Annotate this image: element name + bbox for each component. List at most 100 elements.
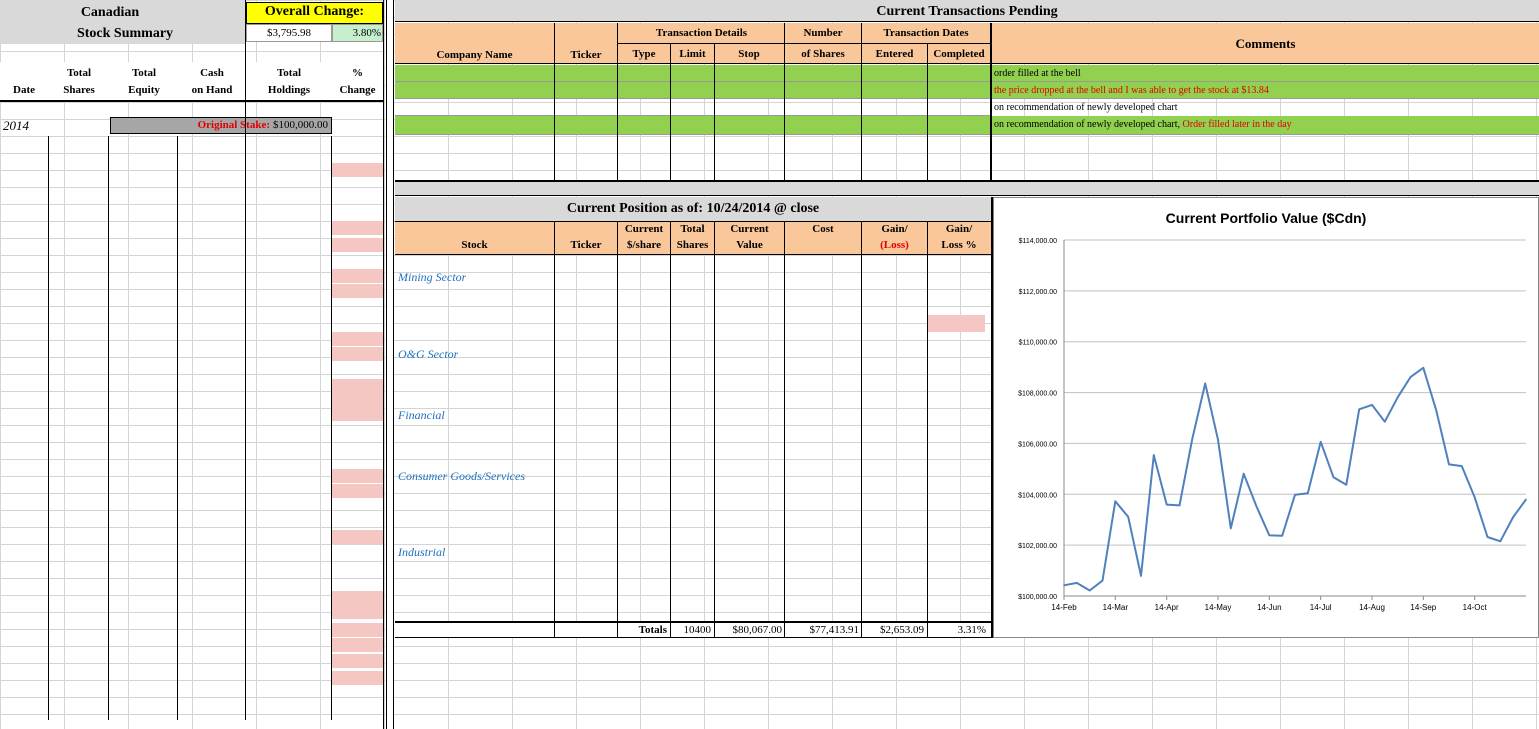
position-title: Current Position as of: 10/24/2014 @ clo… <box>566 202 820 215</box>
data-point <box>1422 367 1425 369</box>
position-col-sep <box>861 221 862 638</box>
col-shares-2: Shares <box>63 84 95 96</box>
pending-col-sep <box>554 23 555 180</box>
pending-col-limit: Limit <box>679 48 706 60</box>
col-equity-2: Equity <box>128 84 160 96</box>
year-label: 2014 <box>3 119 29 132</box>
pending-col-entered: Entered <box>875 48 914 60</box>
pending-col-sep <box>927 43 928 180</box>
original-stake-value: $100,000.00 <box>273 119 328 131</box>
pending-col-sep <box>861 23 862 180</box>
data-point <box>1114 500 1117 503</box>
pending-row <box>395 116 990 135</box>
pos-col-tot-2: Shares <box>676 239 709 251</box>
x-tick-label: 14-Aug <box>1359 603 1385 612</box>
data-point <box>1242 472 1245 475</box>
x-tick-label: 14-Apr <box>1155 603 1179 612</box>
col-shares-1: Total <box>66 67 92 79</box>
data-point <box>1191 437 1194 440</box>
pending-col-sep <box>990 23 992 180</box>
overall-change-label: Overall Change: <box>264 5 365 18</box>
summary-col-sep <box>108 136 109 720</box>
summary-col-sep <box>177 136 178 720</box>
y-tick-label: $108,000.00 <box>1018 391 1057 398</box>
data-point <box>1063 584 1065 587</box>
x-tick-label: 14-Feb <box>1051 603 1077 612</box>
data-point <box>1088 589 1091 592</box>
data-point <box>1486 536 1489 538</box>
pending-comment: the price dropped at the bell and I was … <box>994 84 1534 97</box>
position-col-sep <box>554 221 555 638</box>
pending-col-txdates: Transaction Dates <box>883 27 969 39</box>
row-pct-neg-bg <box>332 484 383 498</box>
overall-change-pct: 3.80% <box>352 27 381 39</box>
portfolio-chart: Current Portfolio Value ($Cdn) $100,000.… <box>1018 210 1527 612</box>
data-point <box>1332 476 1335 479</box>
sector-financial: Financial <box>398 409 445 422</box>
col-holdings-1: Total <box>276 67 302 79</box>
col-holdings-2: Holdings <box>267 84 311 96</box>
sector-oilgas: O&G Sector <box>398 348 459 361</box>
data-point <box>1448 463 1450 466</box>
summary-title-line2: Stock Summary <box>76 27 174 40</box>
data-point <box>1178 504 1181 507</box>
data-point <box>1371 404 1373 406</box>
comment-text: order filled at the bell <box>994 68 1081 79</box>
col-cash-1: Cash <box>200 67 224 79</box>
pos-col-cur-1: Current <box>624 223 664 235</box>
row-pct-neg-bg <box>332 332 383 346</box>
summary-col-sep <box>48 136 49 720</box>
pos-col-val-1: Current <box>730 223 769 235</box>
pending-col-type: Type <box>632 48 656 60</box>
col-cash-2: on Hand <box>191 84 233 96</box>
pos-col-cost: Cost <box>812 223 834 235</box>
data-point <box>1409 376 1412 378</box>
row-pct-neg-bg <box>332 530 383 544</box>
row-pct-neg-bg <box>332 238 383 252</box>
pos-col-stock: Stock <box>461 239 488 251</box>
totals-value: $80,067.00 <box>732 624 783 636</box>
row-pct-neg-bg <box>332 671 383 685</box>
summary-col-sep <box>331 136 332 720</box>
data-point <box>1140 574 1142 577</box>
totals-gpct: 3.31% <box>957 624 986 636</box>
row-pct-neg-bg <box>332 393 383 407</box>
x-tick-label: 14-Jun <box>1257 603 1281 612</box>
row-pct-neg-bg <box>332 347 383 361</box>
col-pct-2: Change <box>339 84 376 96</box>
x-tick-label: 14-Mar <box>1103 603 1129 612</box>
row-pct-neg-bg <box>332 623 383 637</box>
pos-col-gpct-2: Loss % <box>941 239 977 251</box>
data-point <box>1525 498 1527 501</box>
data-point <box>1319 440 1322 443</box>
overall-change-value: $3,795.98 <box>267 27 311 39</box>
chart-panel[interactable]: Current Portfolio Value ($Cdn) $100,000.… <box>993 197 1539 638</box>
pending-title: Current Transactions Pending <box>876 5 1058 18</box>
x-tick-label: 14-May <box>1205 603 1232 612</box>
data-point <box>1307 492 1309 495</box>
data-point <box>1230 527 1232 530</box>
pending-col-completed: Completed <box>933 48 985 60</box>
data-point <box>1255 505 1258 508</box>
position-col-sep <box>714 221 715 638</box>
y-tick-label: $110,000.00 <box>1019 340 1058 347</box>
header-underline <box>0 100 383 102</box>
position-col-sep <box>617 221 618 638</box>
pos-col-gpct-1: Gain/ <box>945 223 973 235</box>
pos-col-gain-1: Gain/ <box>881 223 908 235</box>
pending-col-sep <box>784 23 785 180</box>
totals-label: Totals <box>638 624 667 636</box>
data-point <box>1217 438 1219 441</box>
data-point <box>1461 465 1463 467</box>
y-tick-label: $112,000.00 <box>1019 289 1058 296</box>
pending-col-num-1: Number <box>803 27 843 39</box>
pending-col-num-2: of Shares <box>801 48 845 60</box>
row-pct-neg-bg <box>332 654 383 668</box>
row-pct-neg-bg <box>332 407 383 421</box>
x-tick-label: 14-Oct <box>1463 603 1488 612</box>
pending-col-sep <box>617 23 618 180</box>
pending-col-txdetails: Transaction Details <box>655 27 748 39</box>
x-tick-label: 14-Jul <box>1310 603 1332 612</box>
data-point <box>1076 582 1078 584</box>
pending-col-ticker: Ticker <box>570 49 602 61</box>
